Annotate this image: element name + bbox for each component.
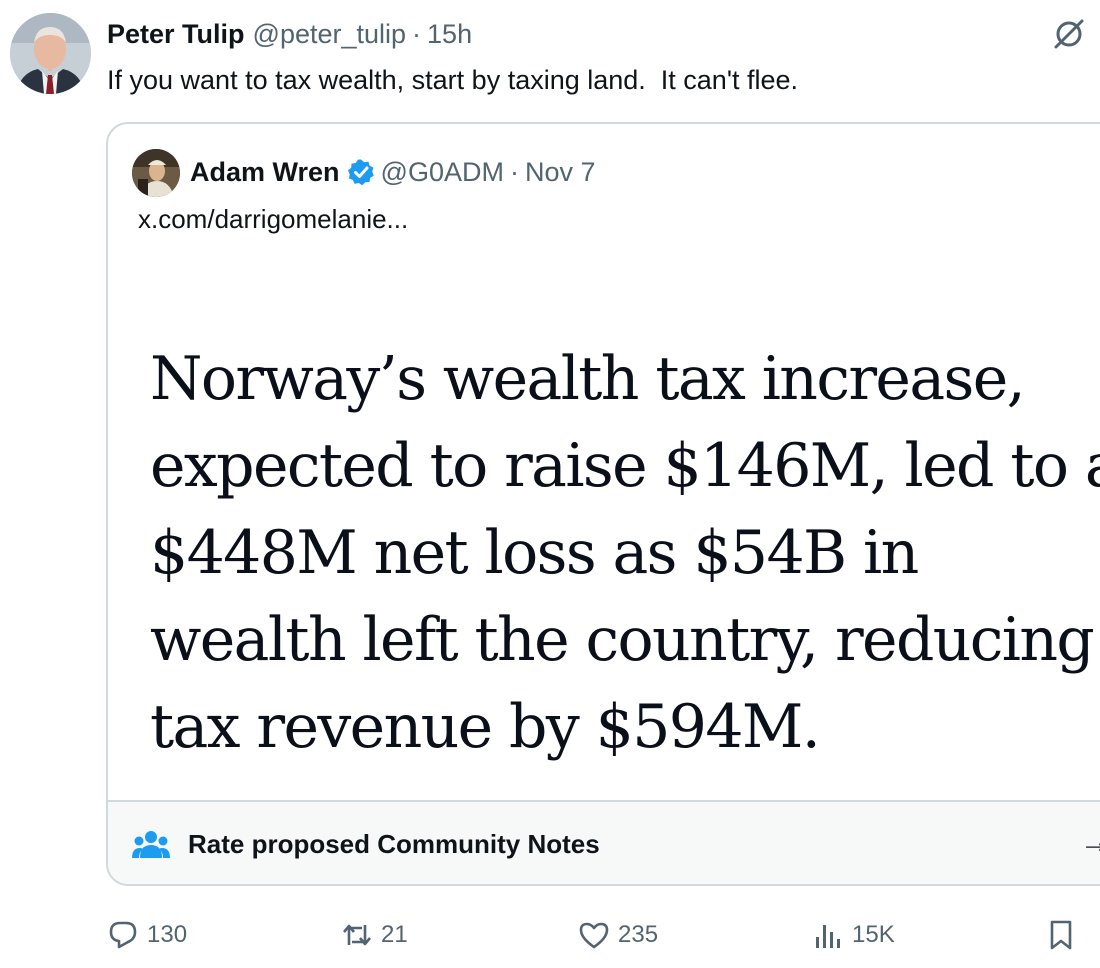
quoted-media-image[interactable]: Norway’s wealth tax increase, expected t… [108,264,1100,800]
grok-icon[interactable] [1052,17,1086,51]
media-headline: Norway’s wealth tax increase, expected t… [150,344,1100,762]
tweet-timestamp[interactable]: 15h [427,19,472,50]
community-notes-label: Rate proposed Community Notes [188,829,600,859]
author-name[interactable]: Peter Tulip [107,19,245,50]
views-button[interactable]: 15K [812,912,895,958]
author-handle[interactable]: @peter_tulip [253,19,407,50]
verified-badge-icon[interactable] [347,158,375,186]
quoted-tweet-card[interactable]: Adam Wren @G0ADM · Nov 7 x.com/darrigome… [106,122,1100,886]
tweet-text: If you want to tax wealth, start by taxi… [107,65,799,95]
heart-icon [579,922,609,949]
people-icon [132,831,170,858]
views-chart-icon [816,925,840,948]
repost-icon [343,924,371,946]
like-count: 235 [618,921,659,948]
reply-count: 130 [147,921,188,948]
views-count: 15K [852,921,895,948]
separator-dot: · [412,18,422,49]
community-notes-bar[interactable]: Rate proposed Community Notes → [108,800,1100,884]
repost-button[interactable]: 21 [341,912,408,958]
author-avatar-image [10,13,91,94]
like-button[interactable]: 235 [578,912,658,958]
quoted-tweet-link[interactable]: x.com/darrigomelanie... [138,204,408,235]
bookmark-button[interactable] [1045,912,1077,958]
quoted-author-avatar[interactable] [132,149,180,197]
tweet-header: Peter Tulip @peter_tulip · 15h [107,14,472,54]
reply-icon [109,921,137,949]
arrow-right-icon[interactable]: → [1080,826,1100,860]
quoted-author-handle[interactable]: @G0ADM [381,157,504,188]
quoted-tweet-date[interactable]: Nov 7 [525,157,596,188]
tweet-action-bar: 130 21 235 15K [0,912,1100,958]
quoted-avatar-image [132,149,180,197]
quoted-author-name[interactable]: Adam Wren [190,157,340,188]
separator-dot: · [509,156,519,187]
reply-button[interactable]: 130 [107,912,187,958]
bookmark-icon [1050,920,1072,950]
quoted-tweet-header: Adam Wren @G0ADM · Nov 7 [190,152,596,192]
repost-count: 21 [381,921,408,948]
author-avatar[interactable] [10,13,91,94]
